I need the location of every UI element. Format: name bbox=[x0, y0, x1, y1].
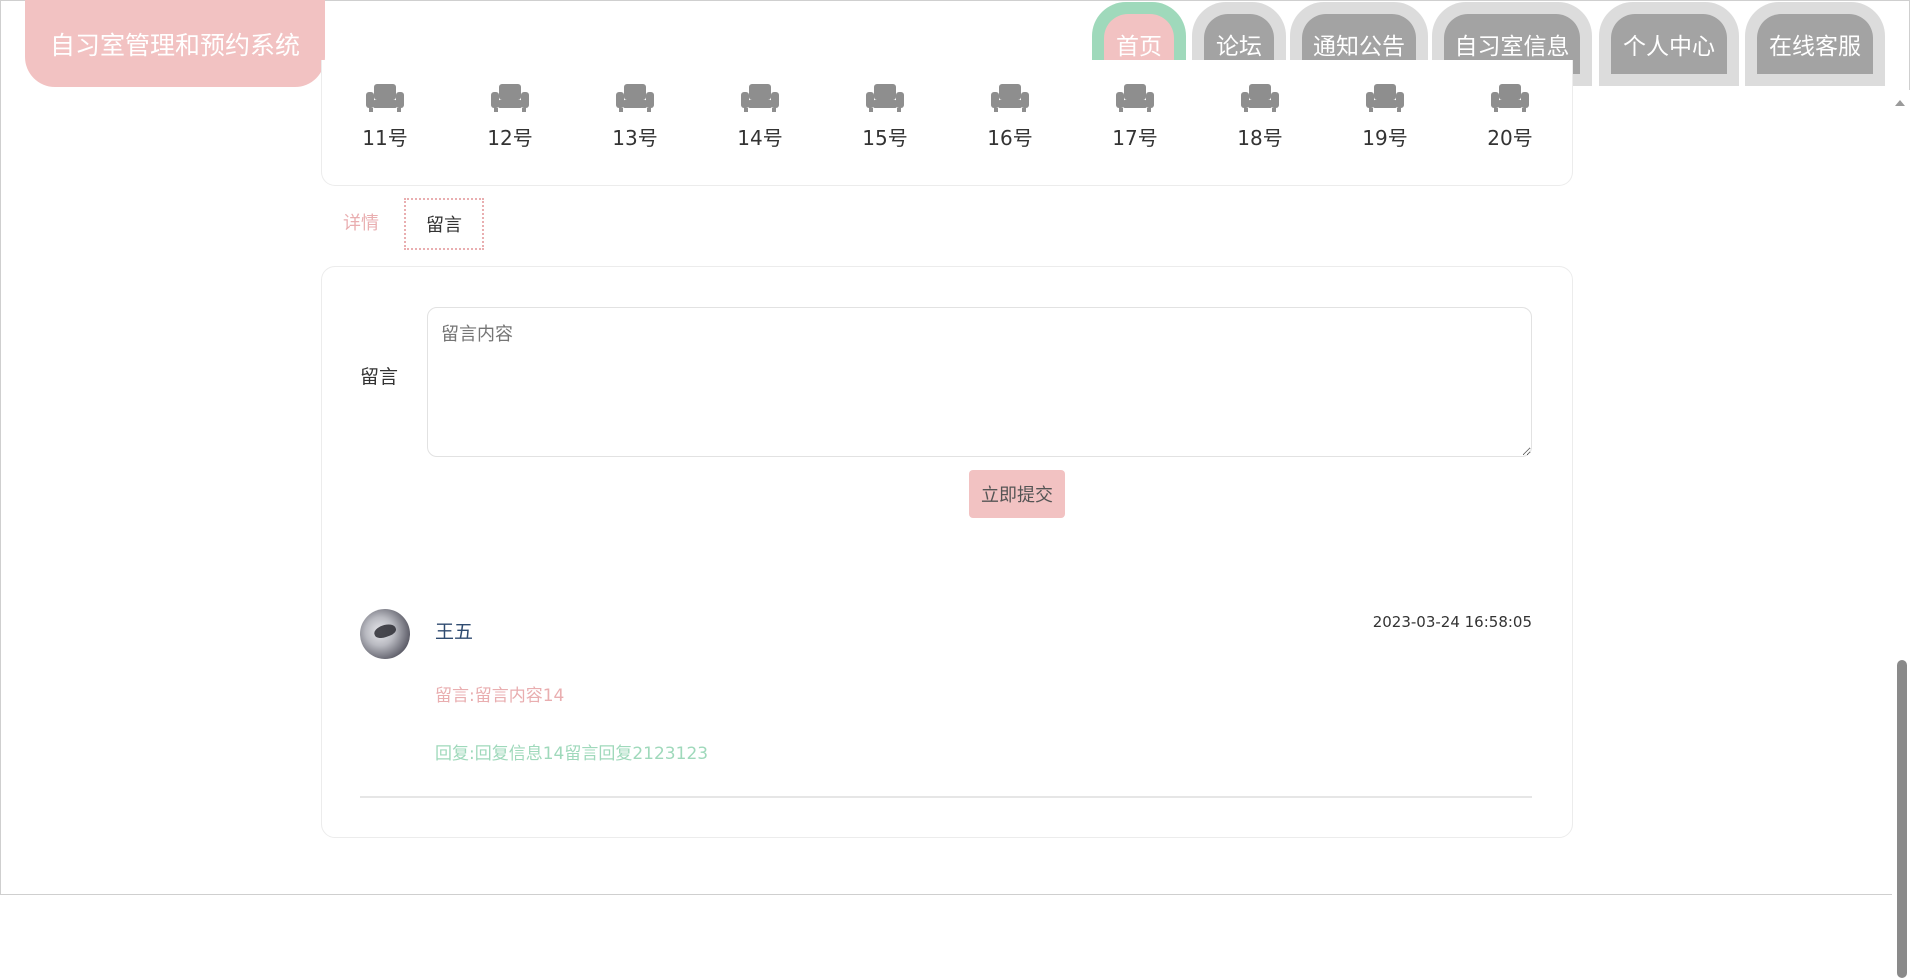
seat-label: 17号 bbox=[1112, 126, 1158, 150]
seat-label: 16号 bbox=[987, 126, 1033, 150]
nav-item-label: 个人中心 bbox=[1611, 14, 1727, 74]
seat-label: 13号 bbox=[612, 126, 658, 150]
armchair-icon bbox=[1116, 84, 1154, 112]
armchair-icon bbox=[991, 84, 1029, 112]
tab-detail[interactable]: 详情 bbox=[321, 198, 401, 250]
message-input[interactable] bbox=[427, 307, 1532, 457]
armchair-icon bbox=[1491, 84, 1529, 112]
comment-reply: 回复:回复信息14留言回复2123123 bbox=[435, 744, 709, 764]
scrollbar-thumb[interactable] bbox=[1897, 660, 1907, 978]
seat-item[interactable]: 17号 bbox=[1095, 82, 1175, 151]
comment-username[interactable]: 王五 bbox=[435, 617, 473, 644]
armchair-icon bbox=[491, 84, 529, 112]
scrollbar[interactable] bbox=[1892, 90, 1910, 978]
seat-label: 14号 bbox=[737, 126, 783, 150]
seat-item[interactable]: 14号 bbox=[720, 82, 800, 151]
seat-label: 11号 bbox=[362, 126, 408, 150]
tab-message[interactable]: 留言 bbox=[404, 198, 484, 250]
armchair-icon bbox=[741, 84, 779, 112]
seat-label: 12号 bbox=[487, 126, 533, 150]
armchair-icon bbox=[1241, 84, 1279, 112]
armchair-icon bbox=[616, 84, 654, 112]
avatar[interactable] bbox=[360, 609, 410, 659]
nav-item-label: 在线客服 bbox=[1757, 14, 1873, 74]
seat-label: 18号 bbox=[1237, 126, 1283, 150]
seat-item[interactable]: 20号 bbox=[1470, 82, 1550, 151]
divider bbox=[360, 796, 1532, 798]
seat-label: 15号 bbox=[862, 126, 908, 150]
submit-button[interactable]: 立即提交 bbox=[969, 470, 1065, 518]
seat-item[interactable]: 11号 bbox=[345, 82, 425, 151]
nav-item-profile[interactable]: 个人中心 bbox=[1599, 2, 1739, 86]
seat-item[interactable]: 18号 bbox=[1220, 82, 1300, 151]
seat-item[interactable]: 19号 bbox=[1345, 82, 1425, 151]
message-panel: 留言 立即提交 王五 2023-03-24 16:58:05 留言:留言内容14… bbox=[321, 266, 1573, 838]
armchair-icon bbox=[866, 84, 904, 112]
armchair-icon bbox=[366, 84, 404, 112]
seat-item[interactable]: 13号 bbox=[595, 82, 675, 151]
comment-item: 王五 2023-03-24 16:58:05 留言:留言内容14 回复:回复信息… bbox=[360, 609, 1532, 809]
armchair-icon bbox=[1366, 84, 1404, 112]
seat-label: 20号 bbox=[1487, 126, 1533, 150]
seat-item[interactable]: 12号 bbox=[470, 82, 550, 151]
seat-grid: 11号 12号 13号 14号 15号 16号 17号 18号 19号 20号 bbox=[321, 60, 1573, 186]
comment-timestamp: 2023-03-24 16:58:05 bbox=[1372, 613, 1532, 631]
scroll-up-arrow-icon[interactable] bbox=[1895, 100, 1905, 106]
comment-text: 留言:留言内容14 bbox=[435, 686, 565, 706]
seat-item[interactable]: 16号 bbox=[970, 82, 1050, 151]
nav-item-online-service[interactable]: 在线客服 bbox=[1745, 2, 1885, 86]
message-label: 留言 bbox=[360, 366, 399, 388]
seat-item[interactable]: 15号 bbox=[845, 82, 925, 151]
seat-label: 19号 bbox=[1362, 126, 1408, 150]
